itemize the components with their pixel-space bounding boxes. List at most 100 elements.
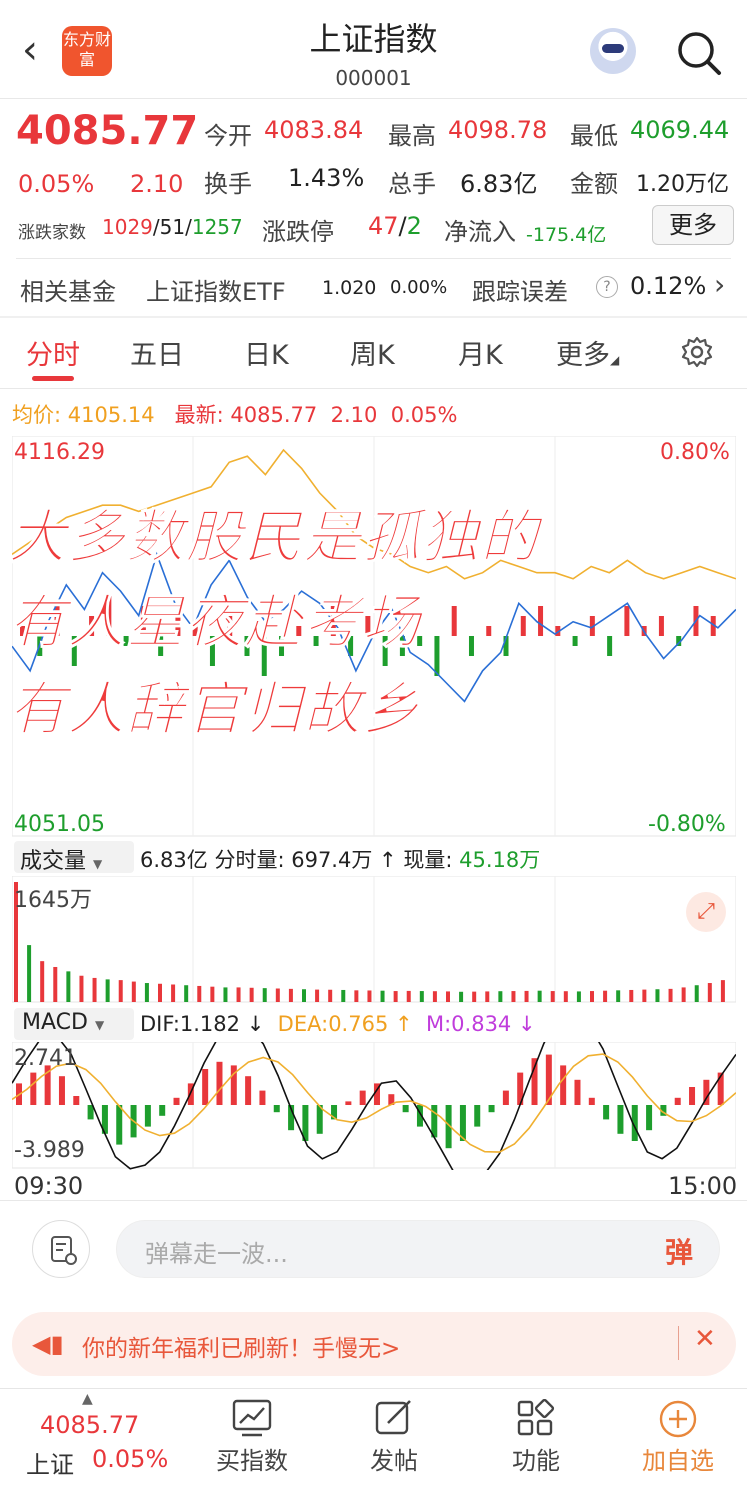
volume-bar xyxy=(40,961,45,1002)
divider xyxy=(678,1326,679,1360)
volume-bar xyxy=(472,991,477,1002)
volume-bar xyxy=(171,984,176,1002)
macd-bar xyxy=(646,1105,653,1131)
macd-bar xyxy=(488,1105,495,1113)
nav-index-name[interactable]: 上证 xyxy=(26,1445,74,1480)
flow-bar xyxy=(538,606,544,636)
flow-bar xyxy=(607,636,613,656)
danmu-input[interactable]: 弹幕走一波... 弹 xyxy=(116,1220,720,1278)
macd-bar xyxy=(58,1076,65,1105)
volume-bar xyxy=(53,966,58,1002)
low-label: 最低 xyxy=(570,122,618,150)
danmu-placeholder: 弹幕走一波... xyxy=(145,1240,288,1268)
volume-bar xyxy=(393,991,398,1002)
volume-bar xyxy=(668,988,673,1002)
macd-bar xyxy=(689,1087,696,1105)
close-icon[interactable]: ✕ xyxy=(694,1324,716,1354)
fund-label: 相关基金 xyxy=(20,278,116,306)
volume-bar xyxy=(27,945,32,1002)
settings-gear-icon[interactable] xyxy=(680,335,714,373)
macd-y-bottom: -3.989 xyxy=(14,1138,85,1163)
edit-icon xyxy=(375,1400,411,1435)
macd-bar xyxy=(617,1105,624,1134)
divider xyxy=(0,98,747,99)
chart-trend-icon xyxy=(232,1399,272,1437)
nav-post-label: 发帖 xyxy=(370,1447,418,1475)
macd-bar xyxy=(474,1105,481,1127)
tab-month-k[interactable]: 月K xyxy=(458,333,503,372)
notes-button[interactable] xyxy=(32,1220,90,1278)
volume-bar xyxy=(210,986,215,1002)
flow-bar xyxy=(434,636,440,676)
bottom-nav: ▲ 4085.77 上证 0.05% 买指数 发帖 功能 加自选 xyxy=(0,1388,747,1495)
volume-bar xyxy=(249,987,254,1002)
flow-bar xyxy=(486,626,492,636)
macd-chart[interactable] xyxy=(12,1042,736,1170)
volume-bar xyxy=(262,988,267,1002)
volume-bar xyxy=(616,990,621,1002)
macd-legend: DIF:1.182 ↓ DEA:0.765 ↑ M:0.834 ↓ xyxy=(140,1012,536,1036)
amount-value: 1.20万亿 xyxy=(636,172,729,197)
netflow-value: -175.4亿 xyxy=(526,224,607,246)
volume-bar xyxy=(550,991,555,1002)
volume-bar xyxy=(131,981,136,1002)
nav-buy-index-label: 买指数 xyxy=(216,1447,288,1475)
volume-bar xyxy=(498,991,503,1002)
indicator-selector-macd[interactable]: MACD ▼ xyxy=(14,1008,134,1040)
more-button[interactable]: 更多 xyxy=(652,205,734,245)
volume-bar xyxy=(367,990,372,1002)
macd-bar xyxy=(560,1065,567,1105)
nav-index-price[interactable]: 4085.77 xyxy=(40,1411,139,1439)
nav-post[interactable]: 发帖 xyxy=(352,1397,436,1489)
volume-bar xyxy=(118,980,123,1002)
volume-bar xyxy=(158,983,162,1002)
tab-day-k[interactable]: 日K xyxy=(244,333,289,372)
macd-bar xyxy=(116,1105,123,1145)
volume-bar xyxy=(315,989,320,1002)
volume-label: 总手 xyxy=(388,170,436,198)
volume-chart[interactable] xyxy=(12,876,736,1004)
volume-bar xyxy=(79,975,84,1002)
assistant-robot-icon[interactable] xyxy=(590,28,636,74)
volume-bar xyxy=(563,991,568,1002)
volume-bar xyxy=(92,977,97,1002)
volume-bar xyxy=(223,987,228,1002)
tab-intraday[interactable]: 分时 xyxy=(26,333,80,372)
flow-bar xyxy=(624,606,630,636)
change-percent: 0.05% xyxy=(18,170,95,198)
indicator-selector-volume[interactable]: 成交量 ▼ xyxy=(14,841,134,874)
macd-bar xyxy=(588,1097,595,1105)
netflow-label: 净流入 xyxy=(444,218,516,246)
divider xyxy=(0,388,747,389)
volume-bar xyxy=(446,991,450,1002)
fund-pct: 0.00% xyxy=(390,277,448,298)
volume-bar xyxy=(707,983,712,1002)
promo-banner[interactable]: ◀▮ 你的新年福利已刷新！手慢无> ✕ xyxy=(12,1312,736,1376)
volume-bar xyxy=(288,988,293,1002)
macd-bar xyxy=(144,1105,151,1127)
macd-bar xyxy=(359,1090,366,1105)
search-icon[interactable] xyxy=(676,30,722,80)
danmu-toggle-icon[interactable]: 弹 xyxy=(665,1231,693,1271)
volume-bar xyxy=(720,980,725,1002)
nav-add-watchlist[interactable]: 加自选 xyxy=(636,1397,720,1489)
tab-more[interactable]: 更多◢ xyxy=(556,333,619,372)
breadth-label: 涨跌家数 xyxy=(18,223,86,243)
flow-bar xyxy=(451,606,457,636)
volume-bar xyxy=(144,983,149,1002)
nav-buy-index[interactable]: 买指数 xyxy=(210,1397,294,1489)
tab-five-day[interactable]: 五日 xyxy=(130,333,184,372)
help-icon[interactable]: ? xyxy=(596,276,618,298)
macd-bar xyxy=(603,1105,610,1120)
divider xyxy=(16,258,731,259)
expand-icon[interactable]: ⤢ xyxy=(686,892,726,932)
divider xyxy=(0,1200,747,1201)
tab-week-k[interactable]: 周K xyxy=(350,333,395,372)
pct-axis-bottom: -0.80% xyxy=(648,812,726,837)
nav-functions[interactable]: 功能 xyxy=(494,1397,578,1489)
nav-index-pct[interactable]: 0.05% xyxy=(92,1445,168,1473)
volume-bar xyxy=(603,990,608,1002)
related-fund-row[interactable]: 相关基金 上证指数ETF 1.020 0.00% 跟踪误差 ? 0.12% › xyxy=(0,262,747,312)
volume-bar xyxy=(105,979,110,1002)
macd-bar xyxy=(273,1105,280,1113)
